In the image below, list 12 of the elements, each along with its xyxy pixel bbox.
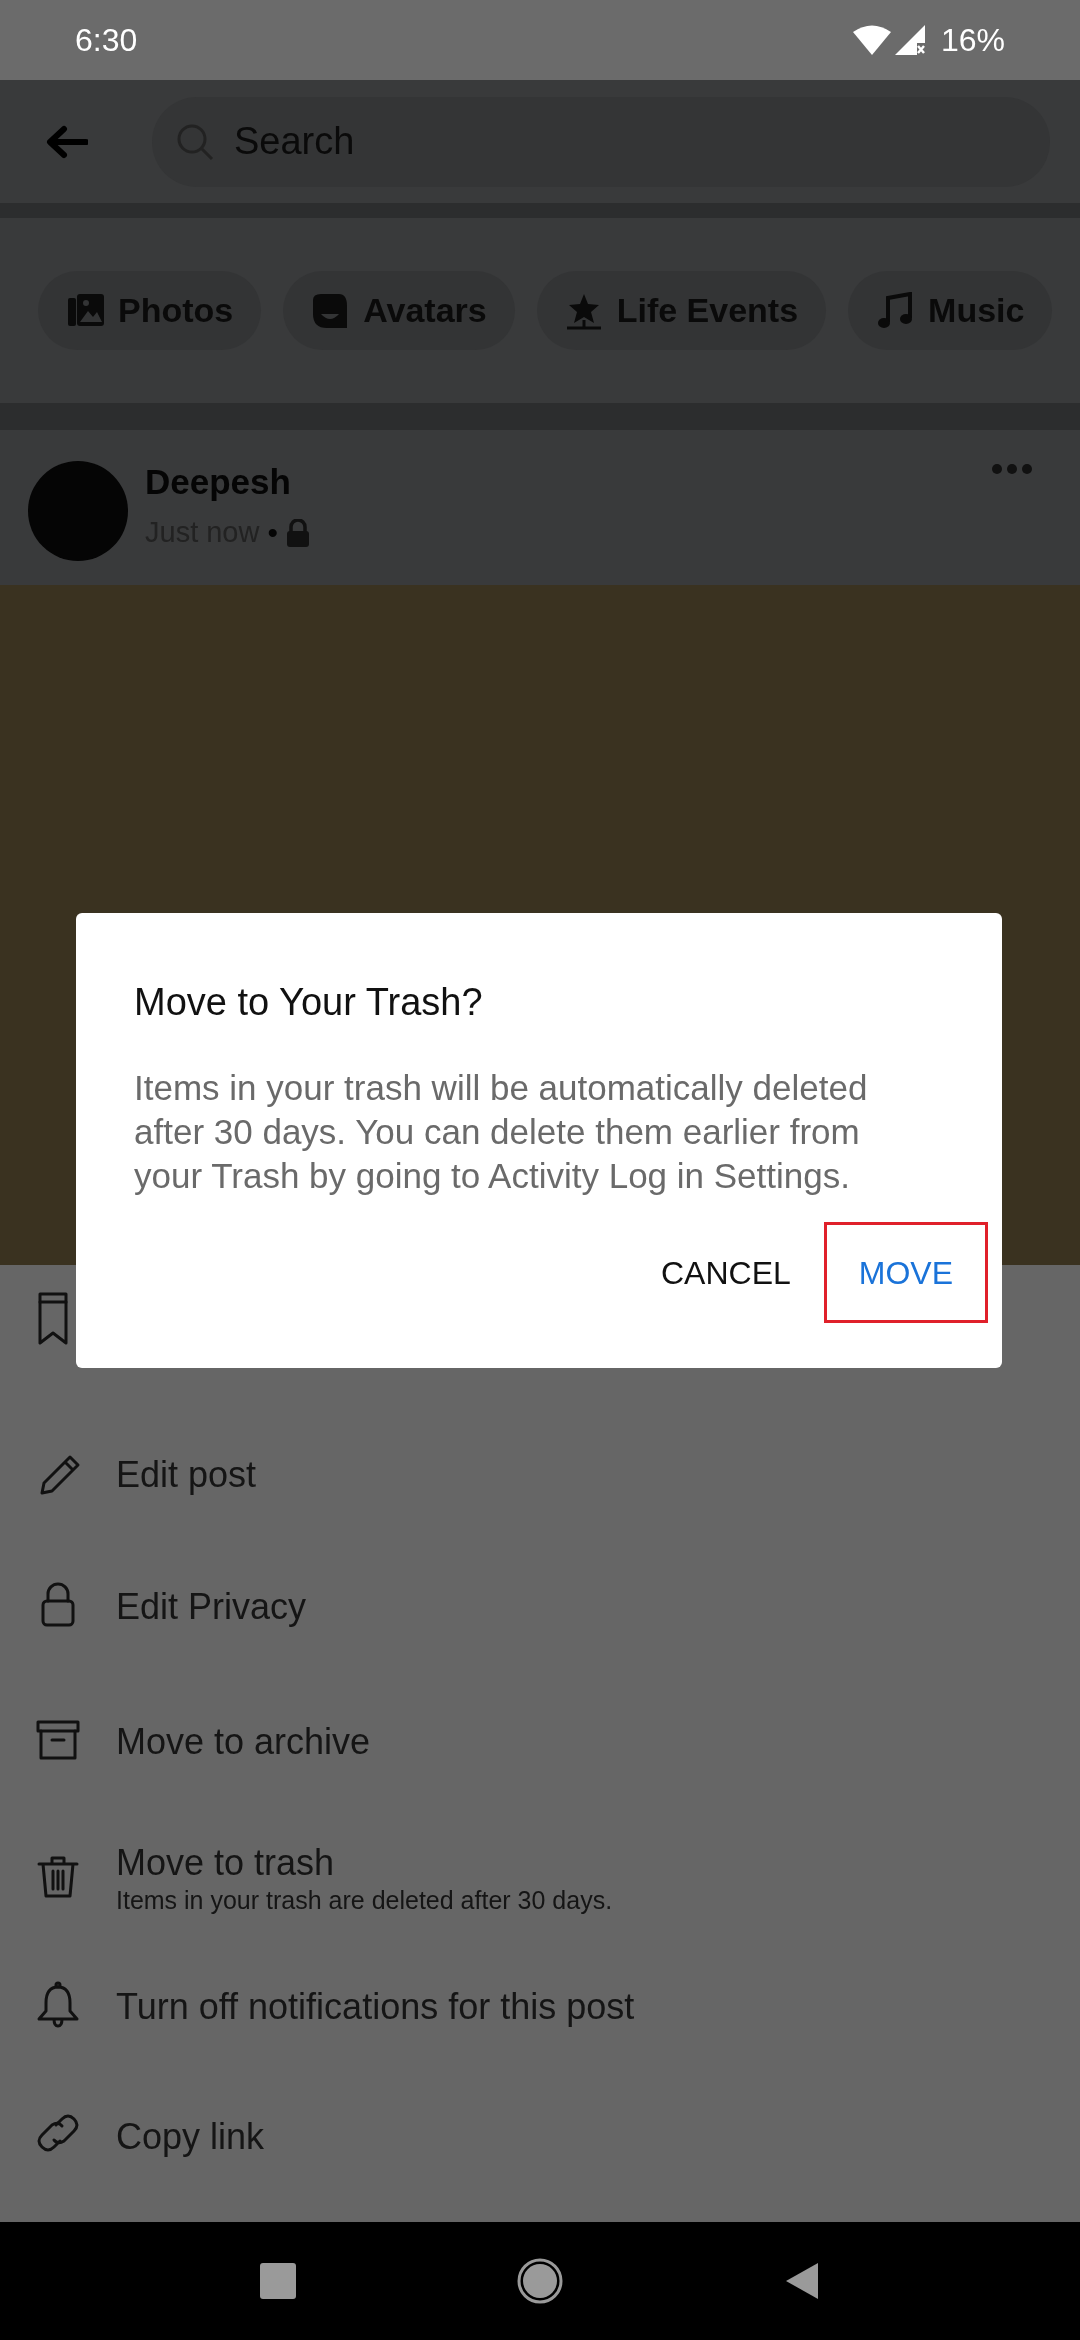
- dialog-title: Move to Your Trash?: [134, 980, 484, 1025]
- menu-subtitle: Items in your trash are deleted after 30 days.: [116, 1884, 613, 1916]
- menu-label: Turn off notifications for this post: [116, 1986, 635, 2028]
- separator: •: [267, 515, 278, 551]
- battery-level: 16%: [940, 21, 1005, 60]
- menu-label: Edit Privacy: [116, 1585, 307, 1628]
- dialog-message: Items in your trash will be automatically deleted after 30 days. You can delete them earlier from your Trash by going to Activity Log in Settings.: [134, 1067, 869, 1197]
- menu-label: Move to archive: [116, 1721, 371, 1763]
- menu-label: Move to trash: [116, 1841, 336, 1884]
- status-time: 6:30: [75, 21, 138, 60]
- menu-label: Copy link: [116, 2115, 265, 2158]
- menu-label: Edit post: [116, 1454, 257, 1496]
